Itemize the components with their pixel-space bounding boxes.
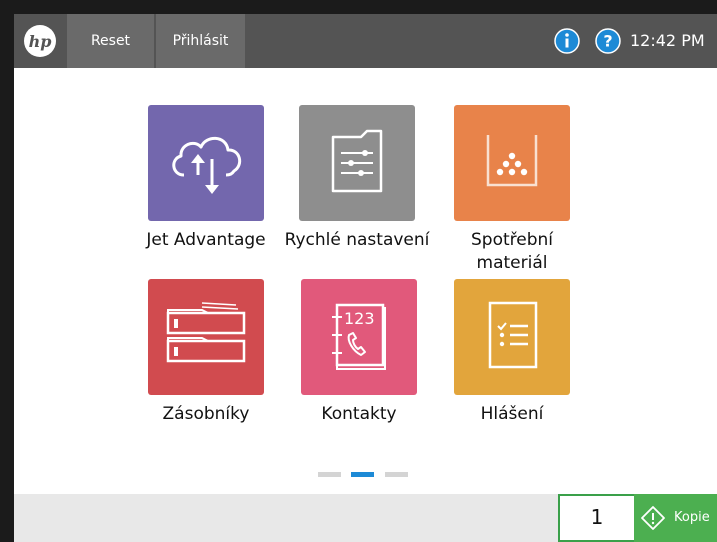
copy-start-button[interactable]: Kopie [634, 494, 717, 542]
copies-count-field[interactable]: 1 [558, 494, 634, 542]
folder-settings-icon [331, 129, 383, 193]
page-indicator-1[interactable] [318, 472, 341, 477]
contacts-book-icon: 123 [332, 303, 386, 370]
reset-button[interactable]: Reset [67, 14, 154, 68]
svg-text:hp: hp [29, 32, 52, 51]
start-diamond-icon [641, 506, 665, 530]
supplies-icon [486, 135, 538, 187]
cloud-sync-icon [172, 136, 242, 194]
reports-tile-box[interactable] [454, 279, 570, 395]
top-bar: hp Reset Přihlásit ? 12:42 PM [14, 14, 717, 68]
copy-button-label: Kopie [674, 510, 710, 525]
info-icon[interactable] [554, 28, 580, 54]
page-indicator-2[interactable] [351, 472, 374, 477]
tile-label: Kontakty [321, 404, 397, 424]
svg-text:123: 123 [344, 309, 375, 328]
report-icon [488, 301, 538, 369]
hp-logo-icon: hp [29, 32, 52, 51]
help-icon[interactable]: ? [595, 28, 621, 54]
quick-sets-tile-box[interactable] [299, 105, 415, 221]
contacts-tile-box[interactable]: 123 [301, 279, 417, 395]
tile-label: Zásobníky [162, 404, 250, 424]
clock: 12:42 PM [630, 31, 705, 50]
supplies-tile-box[interactable] [454, 105, 570, 221]
tile-label: Rychlé nastavení [284, 230, 430, 250]
svg-text:?: ? [603, 32, 612, 51]
tile-label: Jet Advantage [146, 230, 266, 250]
sign-in-button[interactable]: Přihlásit [156, 14, 245, 68]
printer-home-screen: hp Reset Přihlásit ? 12:42 PM Jet Advant… [14, 14, 717, 542]
tile-label: Spotřební materiál [470, 230, 553, 273]
trays-icon [166, 302, 246, 363]
tile-label: Hlášení [480, 404, 544, 424]
bottom-bar: 1 Kopie [14, 494, 717, 542]
page-indicator-3[interactable] [385, 472, 408, 477]
hp-logo[interactable]: hp [24, 25, 56, 57]
trays-tile-box[interactable] [148, 279, 264, 395]
jet-advantage-tile-box[interactable] [148, 105, 264, 221]
